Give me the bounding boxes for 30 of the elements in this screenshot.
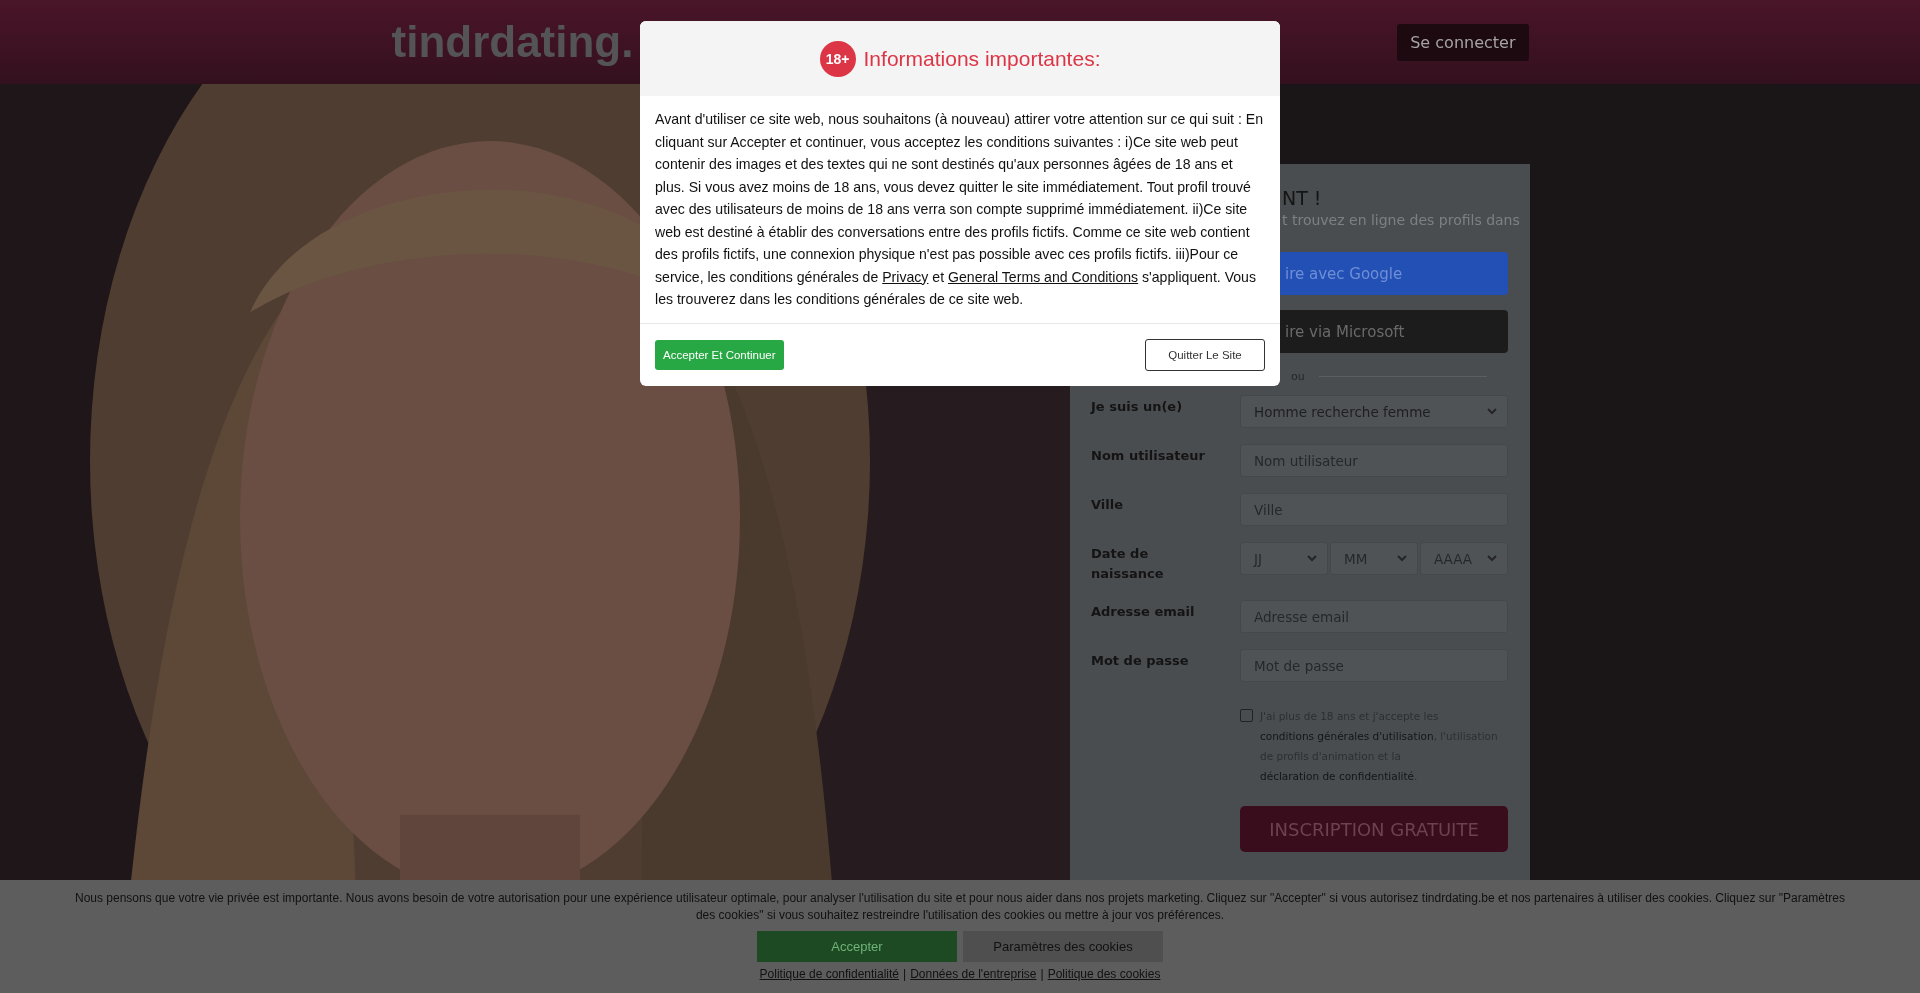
field-label: Mot de passe <box>1091 652 1190 670</box>
caret-icon <box>1307 555 1317 562</box>
accept-button[interactable]: Accepter Et Continuer <box>655 339 784 370</box>
login-button[interactable]: Se connecter <box>1397 23 1529 61</box>
cookie-text: Nous pensons que votre vie privée est importante. Nous avons besoin de votre autorisation pour une expérience utilisateur optimale, pour analyser l'utilisation du site et pour nous aider dans nos projets marketing. Cliquez sur "Accepter" si vous autorisez tindrdating.be et nos partenaires à utiliser des cookies. Cliquez sur "Paramètres des cookies" si vous souhaitez restreindre l'utilisation des cookies ou mettre à jour vos préférences. <box>74 890 1846 924</box>
footer-link[interactable]: Politique de confidentialité <box>759 967 900 981</box>
footer-link[interactable]: Politique des cookies <box>1047 967 1161 981</box>
caret-icon <box>1487 555 1497 562</box>
field-label: Adresse email <box>1091 603 1196 621</box>
site-logo[interactable]: tindrdating. <box>391 17 634 67</box>
text-link[interactable]: déclaration de confidentialité <box>1260 770 1415 782</box>
footer-link[interactable]: Données de l'entreprise <box>910 967 1037 981</box>
cookie-button[interactable]: Accepter <box>757 931 957 962</box>
text-link[interactable]: conditions générales d'utilisation <box>1260 730 1434 742</box>
modal-title: Informations importantes: <box>863 46 1101 71</box>
caret-icon <box>1487 408 1497 415</box>
field-label: Nom utilisateur <box>1091 447 1206 465</box>
field-label: Ville <box>1091 496 1125 514</box>
cookie-button[interactable]: Paramètres des cookies <box>963 931 1163 962</box>
quit-button[interactable]: Quitter Le Site <box>1145 338 1265 371</box>
checkbox[interactable] <box>1240 709 1253 722</box>
field-label: Date de naissance <box>1091 545 1165 583</box>
separator-text: | <box>903 967 907 981</box>
text-link[interactable]: Privacy <box>882 268 929 285</box>
field-label: Je suis un(e) <box>1091 398 1184 416</box>
card-title: NT ! <box>1282 186 1322 210</box>
modal-text: Avant d'utiliser ce site web, nous souhaitons (à nouveau) attirer votre attention sur ce qui suit : En cliquant sur Accepter et continuer, vous acceptez les conditions suivantes : i)Ce site web peut contenir des images et des textes qui ne sont destinés qu'aux personnes âgées de 18 ans et plus. Si vous avez moins de 18 ans, vous devez quitter le site immédiatement. Tout profil trouvé avec des utilisateurs de moins de 18 ans verra son compte supprimé immédiatement. ii)Ce site web est destiné à établir des conversations entre des profils fictifs. Comme ce site web contient des profils fictifs, une connexion physique n'est pas possible avec ces profils fictifs. iii)Pour ce service, les conditions générales de Privacy et General Terms and Conditions s'appliquent. Vous les trouverez dans les conditions générales de ce site web. <box>640 96 1280 324</box>
caret-icon <box>1397 555 1407 562</box>
separator-text: | <box>1040 967 1044 981</box>
age-badge: 18+ <box>819 40 856 77</box>
